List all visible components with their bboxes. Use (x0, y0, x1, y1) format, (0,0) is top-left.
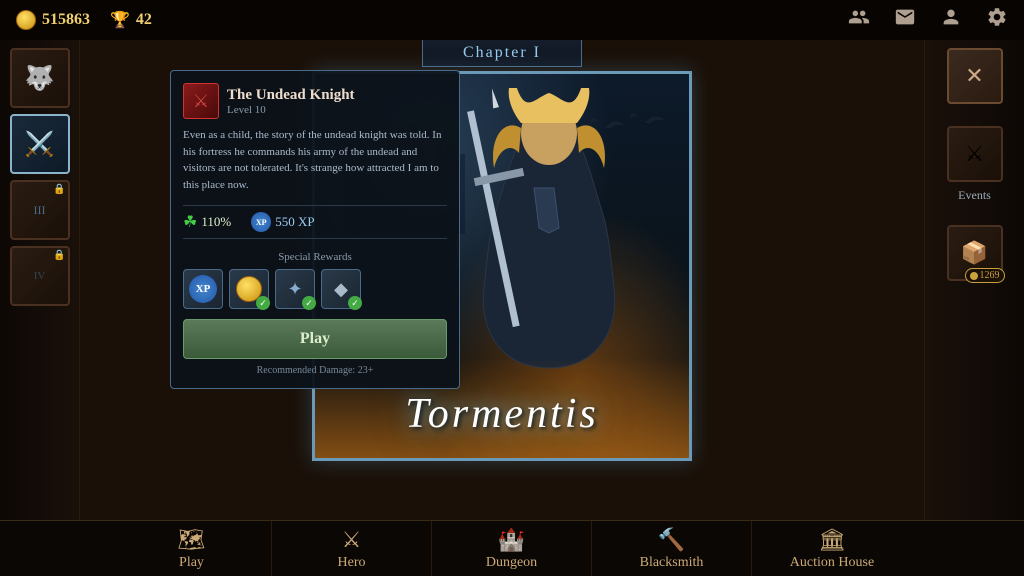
level-2-icon: ⚔️ (25, 130, 55, 159)
level-3-icon: III (34, 203, 46, 218)
mission-description: Even as a child, the story of the undead… (183, 127, 447, 193)
nav-dungeon[interactable]: 🏰 Dungeon (432, 521, 592, 576)
nav-play-label: Play (179, 555, 204, 571)
center-area: Chapter I ⚔ The Undead Knight Level 10 E… (80, 40, 924, 520)
reward-3-icon: ✦ (287, 279, 302, 300)
reward-check-2: ✓ (302, 296, 316, 310)
mission-name: The Undead Knight (227, 87, 355, 104)
chest-button[interactable]: 📦 1269 (947, 225, 1003, 281)
nav-blacksmith-label: Blacksmith (640, 555, 704, 571)
rewards-label: Special Rewards (183, 251, 447, 263)
close-icon: ✕ (965, 63, 983, 89)
level-btn-4[interactable]: IV 🔒 (10, 246, 70, 306)
nav-auction-label: Auction House (790, 555, 874, 571)
lock-icon-3: 🔒 (53, 184, 65, 195)
sword-crossed-icon: ⚔ (965, 141, 985, 167)
reward-item-4: ◆ ✓ (321, 269, 361, 309)
chest-count: 1269 (965, 268, 1005, 283)
nav-hero-label: Hero (338, 555, 366, 571)
level-4-icon: IV (34, 270, 46, 282)
gold-amount: 515863 (42, 11, 90, 29)
nav-hero-icon: ⚔ (342, 527, 362, 553)
reward-item-3: ✦ ✓ (275, 269, 315, 309)
gold-icon (16, 10, 36, 30)
trophy-count: 42 (136, 11, 152, 29)
xp-icon: XP (251, 212, 271, 232)
rewards-section: Special Rewards XP ✓ ✦ ✓ ◆ ✓ (183, 251, 447, 309)
xp-stat: XP 550 XP (251, 212, 314, 232)
top-icons (848, 6, 1008, 34)
rewards-grid: XP ✓ ✦ ✓ ◆ ✓ (183, 269, 447, 309)
right-panel: ✕ ⚔ Events 📦 1269 (924, 40, 1024, 520)
nav-dungeon-label: Dungeon (486, 555, 537, 571)
nav-blacksmith-icon: 🔨 (658, 527, 685, 553)
left-panel: 🐺 ⚔️ III 🔒 IV 🔒 (0, 40, 80, 520)
trophy-icon: 🏆 (110, 10, 130, 30)
gear-icon[interactable] (986, 6, 1008, 34)
reward-xp-icon: XP (189, 275, 217, 303)
mission-stats: ☘ 110% XP 550 XP (183, 205, 447, 239)
reward-item-xp: XP (183, 269, 223, 309)
level-btn-3[interactable]: III 🔒 (10, 180, 70, 240)
trophy-display: 🏆 42 (110, 10, 152, 30)
events-button[interactable]: ⚔ (947, 126, 1003, 182)
mission-icon-symbol: ⚔ (193, 91, 209, 112)
luck-value: 110% (201, 214, 231, 230)
mission-level: Level 10 (227, 104, 355, 116)
nav-dungeon-icon: 🏰 (498, 527, 525, 553)
play-mission-button[interactable]: Play (183, 319, 447, 359)
game-title: Tormentis (315, 390, 689, 438)
reward-4-icon: ◆ (334, 279, 348, 300)
xp-value: 550 XP (275, 214, 314, 230)
nav-play-icon: 🗺 (178, 527, 206, 553)
clover-icon: ☘ (183, 212, 197, 232)
mission-header: ⚔ The Undead Knight Level 10 (183, 83, 447, 119)
mission-panel: ⚔ The Undead Knight Level 10 Even as a c… (170, 70, 460, 389)
chapter-title: Chapter I (463, 44, 541, 61)
person-icon[interactable] (940, 6, 962, 34)
chapter-header: Chapter I (422, 40, 582, 67)
chest-coin-icon (970, 272, 978, 280)
reward-check-3: ✓ (348, 296, 362, 310)
reward-item-coin: ✓ (229, 269, 269, 309)
chest-icon: 📦 (961, 240, 988, 266)
luck-stat: ☘ 110% (183, 212, 231, 232)
gold-display: 515863 (16, 10, 90, 30)
top-bar: 515863 🏆 42 (0, 0, 1024, 40)
nav-blacksmith[interactable]: 🔨 Blacksmith (592, 521, 752, 576)
main-area: 🐺 ⚔️ III 🔒 IV 🔒 Chapter I ⚔ The Undead K… (0, 40, 1024, 520)
level-btn-2[interactable]: ⚔️ (10, 114, 70, 174)
recommended-damage: Recommended Damage: 23+ (183, 365, 447, 376)
reward-check-1: ✓ (256, 296, 270, 310)
nav-auction-icon: 🏛 (818, 527, 846, 553)
group-icon[interactable] (848, 6, 870, 34)
currency-group: 515863 🏆 42 (16, 10, 848, 30)
lock-icon-4: 🔒 (53, 250, 65, 261)
mail-icon[interactable] (894, 6, 916, 34)
close-button[interactable]: ✕ (947, 48, 1003, 104)
mission-title-group: The Undead Knight Level 10 (227, 87, 355, 116)
level-btn-1[interactable]: 🐺 (10, 48, 70, 108)
events-label: Events (958, 188, 991, 203)
nav-play[interactable]: 🗺 Play (112, 521, 272, 576)
bottom-nav: 🗺 Play ⚔ Hero 🏰 Dungeon 🔨 Blacksmith 🏛 A… (0, 520, 1024, 576)
bats (589, 104, 669, 144)
nav-hero[interactable]: ⚔ Hero (272, 521, 432, 576)
mission-icon: ⚔ (183, 83, 219, 119)
level-1-icon: 🐺 (25, 64, 55, 93)
chest-amount: 1269 (980, 270, 1000, 281)
nav-auction-house[interactable]: 🏛 Auction House (752, 521, 912, 576)
